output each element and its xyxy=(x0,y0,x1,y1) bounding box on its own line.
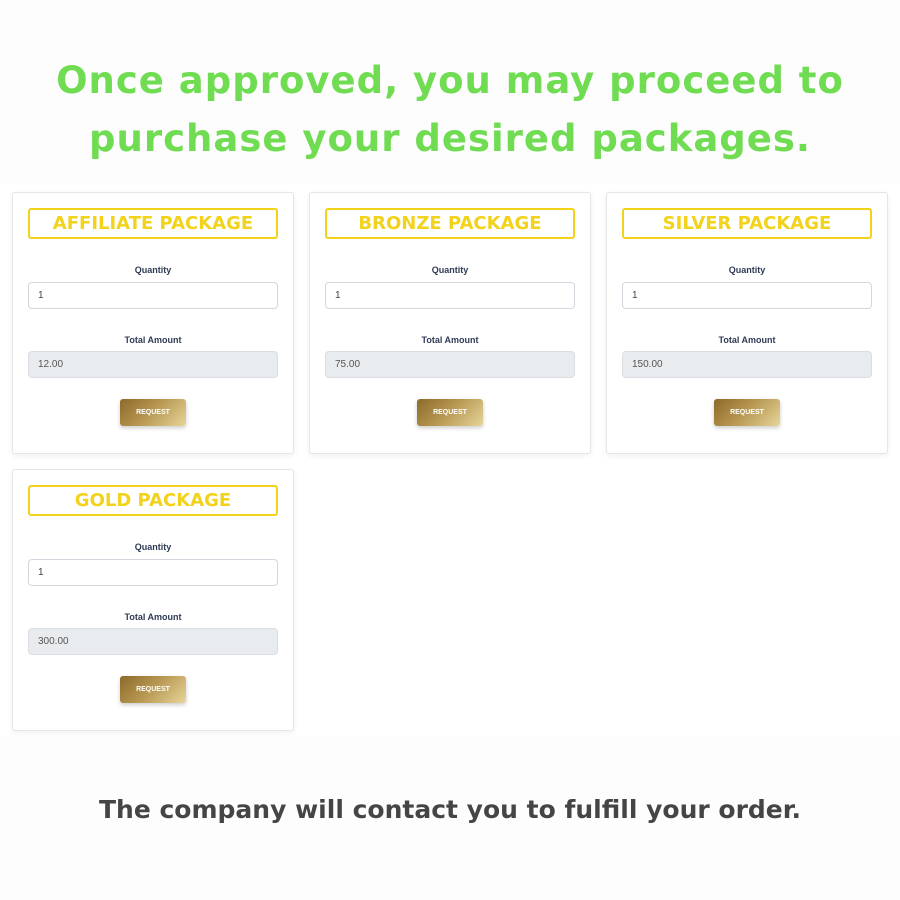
total-amount-label: Total Amount xyxy=(124,335,182,345)
headline-line-2: purchase your desired packages. xyxy=(89,117,811,160)
total-amount-label: Total Amount xyxy=(421,335,479,345)
packages-panel: AFFILIATE PACKAGE Quantity Total Amount … xyxy=(0,184,900,736)
quantity-label: Quantity xyxy=(728,265,766,275)
package-title: BRONZE PACKAGE xyxy=(325,208,575,239)
total-amount-field: 150.00 xyxy=(622,351,872,378)
quantity-input[interactable] xyxy=(28,282,278,309)
request-button[interactable]: REQUEST xyxy=(120,676,186,703)
quantity-input[interactable] xyxy=(28,559,278,586)
total-amount-label: Total Amount xyxy=(124,612,182,622)
package-card-silver: SILVER PACKAGE Quantity Total Amount 150… xyxy=(606,192,888,454)
total-amount-label: Total Amount xyxy=(718,335,776,345)
quantity-input[interactable] xyxy=(325,282,575,309)
request-button[interactable]: REQUEST xyxy=(714,399,780,426)
quantity-input[interactable] xyxy=(622,282,872,309)
package-title: SILVER PACKAGE xyxy=(622,208,872,239)
package-card-affiliate: AFFILIATE PACKAGE Quantity Total Amount … xyxy=(12,192,294,454)
quantity-label: Quantity xyxy=(134,542,172,552)
package-title: GOLD PACKAGE xyxy=(28,485,278,516)
total-amount-field: 300.00 xyxy=(28,628,278,655)
headline: Once approved, you may proceed to purcha… xyxy=(0,52,900,168)
total-amount-field: 75.00 xyxy=(325,351,575,378)
package-card-bronze: BRONZE PACKAGE Quantity Total Amount 75.… xyxy=(309,192,591,454)
footer-message: The company will contact you to fulfill … xyxy=(98,795,802,824)
headline-line-1: Once approved, you may proceed to xyxy=(56,59,844,102)
quantity-label: Quantity xyxy=(431,265,469,275)
request-button[interactable]: REQUEST xyxy=(417,399,483,426)
package-card-gold: GOLD PACKAGE Quantity Total Amount 300.0… xyxy=(12,469,294,731)
total-amount-field: 12.00 xyxy=(28,351,278,378)
request-button[interactable]: REQUEST xyxy=(120,399,186,426)
quantity-label: Quantity xyxy=(134,265,172,275)
package-title: AFFILIATE PACKAGE xyxy=(28,208,278,239)
